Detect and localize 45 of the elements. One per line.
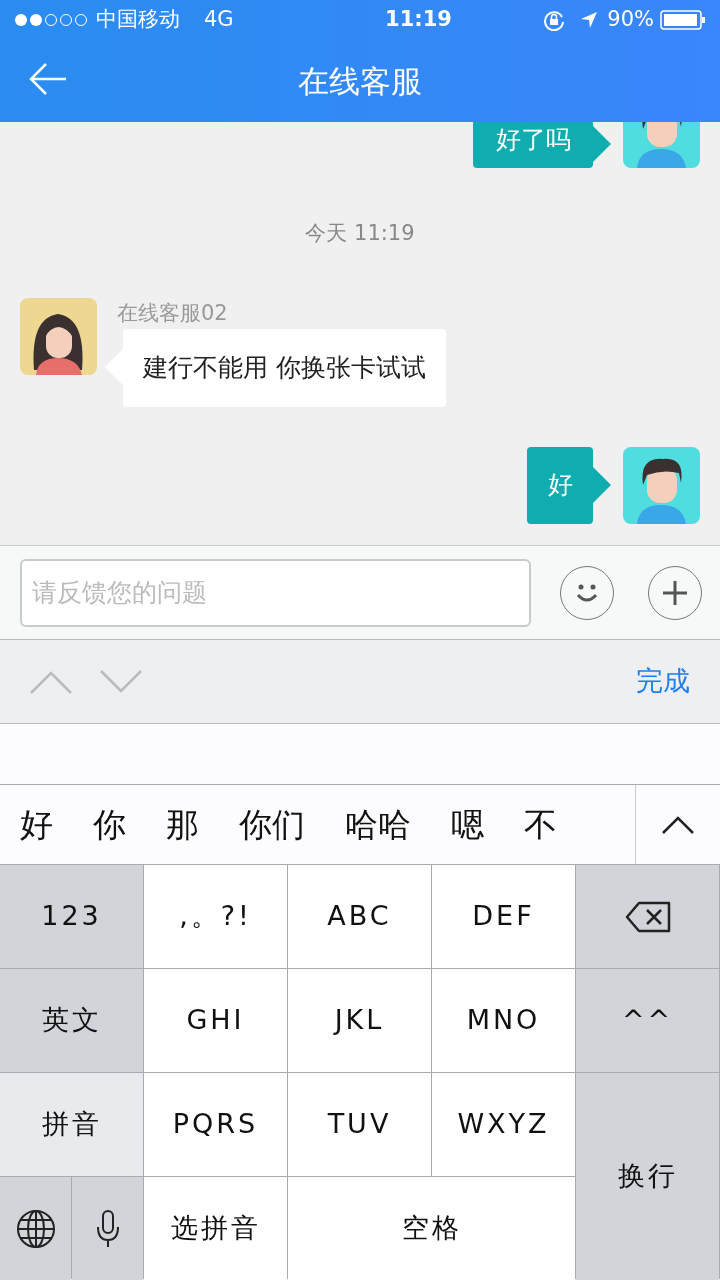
key[interactable]: JKL bbox=[288, 969, 431, 1072]
key[interactable]: WXYZ bbox=[432, 1073, 575, 1176]
back-button[interactable] bbox=[28, 62, 68, 96]
location-icon bbox=[579, 10, 600, 30]
space-key[interactable]: 空格 bbox=[288, 1177, 575, 1280]
key[interactable]: ^^ bbox=[576, 969, 719, 1072]
candidate-word[interactable]: 哈哈 bbox=[325, 799, 431, 850]
back-icon bbox=[28, 62, 68, 96]
signal-icon bbox=[14, 13, 88, 27]
key[interactable]: ABC bbox=[288, 865, 431, 968]
candidate-word[interactable]: 那 bbox=[146, 799, 219, 850]
key[interactable]: 123 bbox=[0, 865, 143, 968]
rotation-lock-icon bbox=[543, 9, 566, 31]
microphone-key[interactable] bbox=[72, 1177, 143, 1280]
globe-icon bbox=[15, 1208, 56, 1249]
key[interactable]: PQRS bbox=[144, 1073, 287, 1176]
candidate-word[interactable]: 不 bbox=[504, 799, 577, 850]
key[interactable]: DEF bbox=[432, 865, 575, 968]
network-type: 4G bbox=[204, 6, 234, 34]
candidate-word[interactable]: 你 bbox=[73, 799, 146, 850]
carrier-name: 中国移动 bbox=[96, 6, 180, 34]
timestamp: 今天 11:19 bbox=[305, 220, 415, 247]
key[interactable]: MNO bbox=[432, 969, 575, 1072]
key[interactable]: 英文 bbox=[0, 969, 143, 1072]
key[interactable]: 拼音 bbox=[0, 1073, 143, 1176]
candidate-word[interactable]: 好 bbox=[0, 799, 73, 850]
message-input[interactable]: 请反馈您的问题 bbox=[20, 558, 531, 627]
candidate-word[interactable]: 嗯 bbox=[431, 799, 504, 850]
microphone-icon bbox=[94, 1208, 121, 1249]
key[interactable]: GHI bbox=[144, 969, 287, 1072]
backspace-icon bbox=[624, 900, 671, 933]
page-title: 在线客服 bbox=[298, 61, 422, 101]
delete-key[interactable] bbox=[576, 865, 719, 968]
candidate-word[interactable]: 你们 bbox=[219, 799, 325, 850]
sender-name: 在线客服02 bbox=[117, 299, 228, 327]
key[interactable]: ,。?! bbox=[144, 865, 287, 968]
caret-up-icon bbox=[662, 815, 694, 834]
key[interactable]: 选拼音 bbox=[144, 1177, 287, 1280]
plus-icon bbox=[662, 579, 688, 606]
globe-key[interactable] bbox=[0, 1177, 71, 1280]
return-key[interactable]: 换行 bbox=[576, 1073, 719, 1280]
key[interactable]: TUV bbox=[288, 1073, 431, 1176]
status-time: 11:19 bbox=[384, 6, 452, 34]
battery-percent: 90% bbox=[607, 6, 654, 34]
battery-icon bbox=[660, 9, 706, 31]
